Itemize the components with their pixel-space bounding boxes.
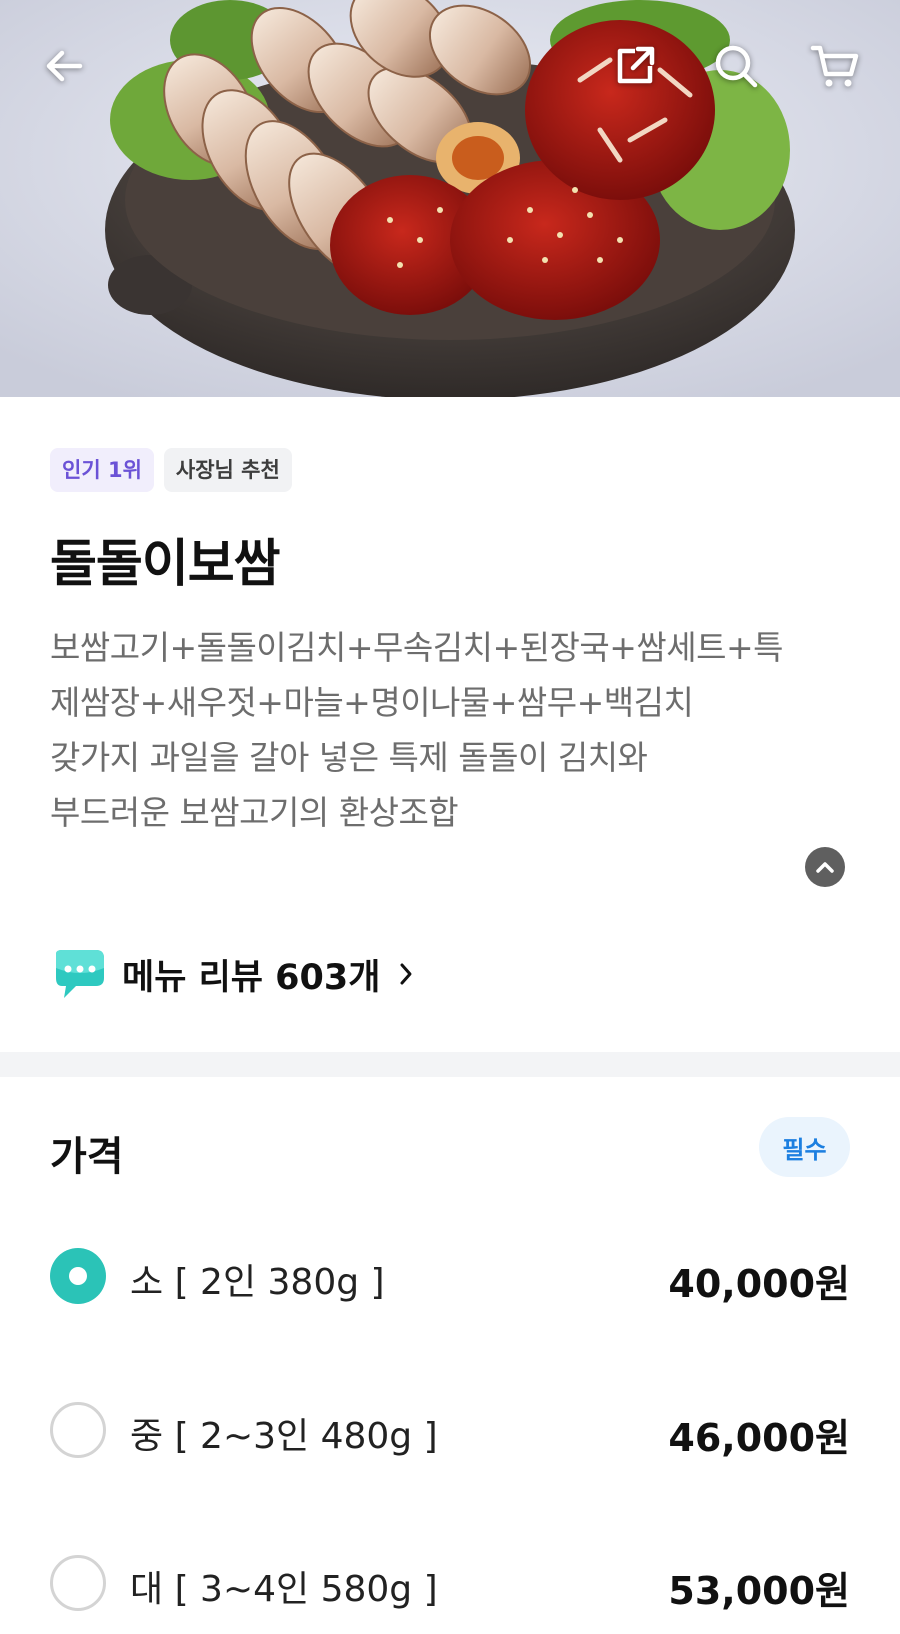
cart-icon <box>810 45 859 87</box>
price-option-small[interactable]: 소 [ 2인 380g ] 40,000원 <box>0 1227 900 1327</box>
search-icon <box>715 45 758 88</box>
menu-hero-image <box>0 0 900 397</box>
option-price: 53,000원 <box>668 1569 850 1613</box>
cart-button[interactable] <box>805 36 865 96</box>
share-icon <box>617 46 655 84</box>
chevron-up-icon <box>816 862 834 873</box>
review-count-label: 메뉴 리뷰 603개 <box>122 957 381 998</box>
owner-pick-badge: 사장님 추천 <box>163 448 292 492</box>
menu-review-link[interactable]: 메뉴 리뷰 603개 <box>50 944 414 1004</box>
option-label: 소 [ 2인 380g ] <box>130 1262 385 1303</box>
option-price: 46,000원 <box>668 1416 850 1460</box>
arrow-left-icon <box>46 50 83 82</box>
required-badge: 필수 <box>759 1117 850 1177</box>
description-line: 보쌈고기+돌돌이김치+무속김치+된장국+쌈세트+특 <box>50 628 783 667</box>
radio-selected[interactable] <box>50 1248 106 1304</box>
description-line: 제쌈장+새우젓+마늘+명이나물+쌈무+백김치 <box>50 683 694 722</box>
back-button[interactable] <box>34 36 94 96</box>
option-price: 40,000원 <box>668 1262 850 1306</box>
radio-unselected[interactable] <box>50 1555 106 1611</box>
badge-group: 인기 1위 사장님 추천 <box>50 448 292 492</box>
option-label: 대 [ 3~4인 580g ] <box>130 1569 438 1610</box>
share-button[interactable] <box>605 36 665 96</box>
menu-description: 보쌈고기+돌돌이김치+무속김치+된장국+쌈세트+특 제쌈장+새우젓+마늘+명이나… <box>50 620 860 840</box>
section-divider <box>0 1052 900 1077</box>
popular-badge: 인기 1위 <box>50 448 154 492</box>
description-line: 갖가지 과일을 갈아 넣은 특제 돌돌이 김치와 <box>50 738 648 777</box>
option-label: 중 [ 2~3인 480g ] <box>130 1416 438 1457</box>
chevron-right-icon <box>400 963 412 985</box>
menu-title: 돌돌이보쌈 <box>50 535 281 594</box>
search-button[interactable] <box>706 36 766 96</box>
price-section-title: 가격 <box>50 1134 124 1180</box>
collapse-description-button[interactable] <box>805 847 845 887</box>
speech-bubble-icon <box>56 950 104 998</box>
review-chevron <box>398 961 414 987</box>
radio-unselected[interactable] <box>50 1402 106 1458</box>
price-option-medium[interactable]: 중 [ 2~3인 480g ] 46,000원 <box>0 1381 900 1481</box>
price-option-large[interactable]: 대 [ 3~4인 580g ] 53,000원 <box>0 1534 900 1634</box>
description-line: 부드러운 보쌈고기의 환상조합 <box>50 793 459 832</box>
